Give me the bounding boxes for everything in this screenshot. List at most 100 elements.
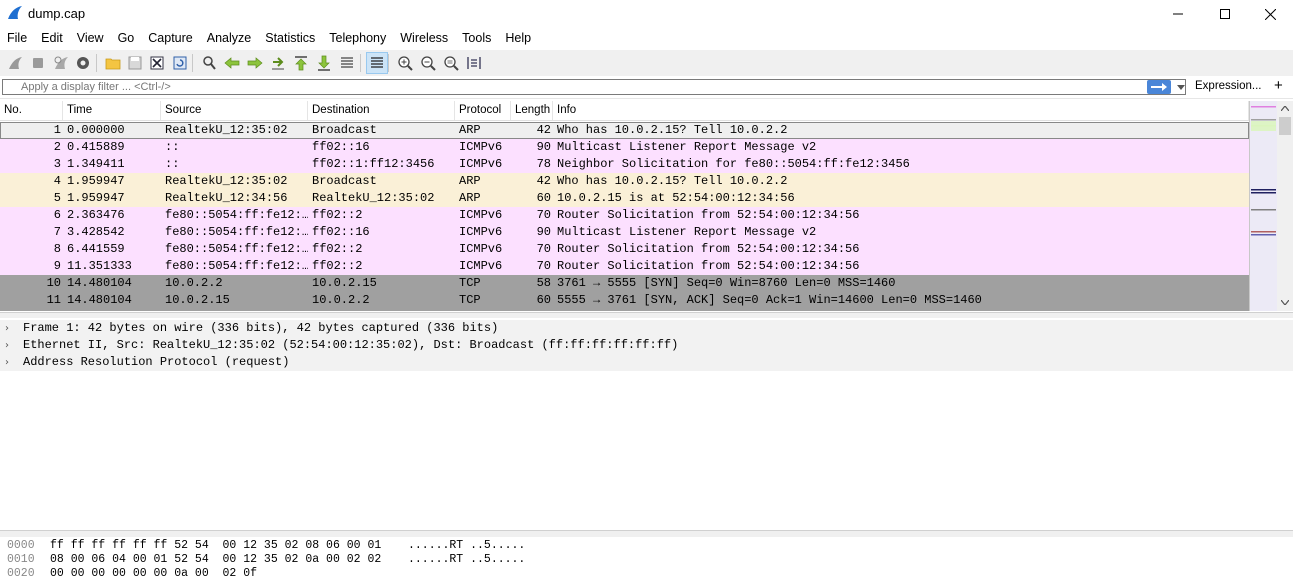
expand-arrow-icon[interactable]: › — [5, 320, 9, 337]
menu-view[interactable]: View — [70, 28, 111, 49]
minimap-mark — [1251, 119, 1276, 121]
packet-row[interactable]: 5 1.959947 RealtekU_12:34:56 RealtekU_12:35… — [0, 190, 1249, 207]
pane-splitter[interactable] — [0, 530, 1293, 537]
bytes-hex[interactable]: 08 00 06 04 00 01 52 54 00 12 35 02 0a 0… — [50, 553, 381, 567]
packet-row[interactable]: 1 0.000000 RealtekU_12:35:02 Broadcast ARP 42… — [0, 122, 1249, 139]
menu-wireless[interactable]: Wireless — [393, 28, 455, 49]
packet-cell-time: 1.959947 — [67, 174, 125, 188]
menu-tools[interactable]: Tools — [455, 28, 498, 49]
packet-list-scrollbar[interactable] — [1249, 101, 1293, 311]
bytes-offset: 0010 — [7, 553, 35, 566]
menu-capture[interactable]: Capture — [141, 28, 199, 49]
minimap-mark — [1251, 209, 1276, 211]
find-button[interactable] — [199, 53, 219, 73]
display-filter-input[interactable] — [2, 79, 1186, 95]
menu-help[interactable]: Help — [498, 28, 538, 49]
scroll-track[interactable] — [1277, 101, 1293, 311]
packet-row[interactable]: 4 1.959947 RealtekU_12:35:02 Broadcast ARP 42… — [0, 173, 1249, 190]
packet-cell-len: 60 — [536, 293, 551, 307]
go-back-button[interactable] — [222, 53, 242, 73]
menu-analyze[interactable]: Analyze — [200, 28, 258, 49]
expression-button[interactable]: Expression... — [1195, 80, 1261, 92]
packet-cell-src: 10.0.2.2 — [165, 276, 223, 290]
packet-row[interactable]: 11 14.480104 10.0.2.15 10.0.2.2 TCP 60 5555 → … — [0, 292, 1249, 309]
chevron-down-icon[interactable] — [1177, 85, 1185, 90]
packet-cell-len: 60 — [536, 191, 551, 205]
menu-bar: File Edit View Go Capture Analyze Statistics Te… — [0, 28, 1293, 49]
packet-cell-proto: ARP — [459, 174, 481, 188]
scroll-thumb[interactable] — [1279, 117, 1291, 135]
shark-fin-start-button[interactable] — [5, 53, 25, 73]
close-file-button[interactable] — [147, 53, 167, 73]
window-title: dump.cap — [28, 6, 86, 21]
column-header-no[interactable]: No. — [0, 101, 63, 120]
last-packet-icon — [318, 55, 330, 71]
go-forward-button[interactable] — [245, 53, 265, 73]
expand-arrow-icon[interactable]: › — [5, 354, 9, 371]
packet-row[interactable] — [0, 309, 1249, 311]
menu-edit[interactable]: Edit — [34, 28, 70, 49]
details-tree-item[interactable]: › Ethernet II, Src: RealtekU_12:35:02 (52… — [0, 337, 1293, 354]
packet-list: No. Time Source Destination Protocol Length In… — [0, 101, 1249, 311]
scroll-up-icon[interactable] — [1281, 106, 1289, 111]
packet-row[interactable]: 8 6.441559 fe80::5054:ff:fe12:… ff02::2 ICMP… — [0, 241, 1249, 258]
wireshark-logo-icon — [8, 6, 22, 19]
minimap-mark — [1251, 106, 1276, 108]
column-header-time[interactable]: Time — [63, 101, 161, 120]
packet-row[interactable]: 2 0.415889:: ff02::16 ICMPv6 90 Multicast Lis… — [0, 139, 1249, 156]
menu-go[interactable]: Go — [111, 28, 142, 49]
close-window-button[interactable] — [1247, 0, 1293, 28]
packet-row[interactable]: 7 3.428542 fe80::5054:ff:fe12:… ff02::16 ICM… — [0, 224, 1249, 241]
bytes-hex[interactable]: ff ff ff ff ff ff 52 54 00 12 35 02 08 0… — [50, 539, 381, 553]
packet-row[interactable]: 3 1.349411:: ff02::1:ff12:3456 ICMPv6 78 Neig… — [0, 156, 1249, 173]
options-gear-icon — [77, 57, 89, 69]
reload-button[interactable] — [170, 53, 190, 73]
packet-cell-no: 1 — [53, 123, 61, 137]
maximize-button[interactable] — [1202, 0, 1248, 28]
menu-statistics[interactable]: Statistics — [258, 28, 322, 49]
packet-cell-dst: Broadcast — [312, 123, 377, 137]
zoom-in-button[interactable] — [395, 53, 415, 73]
resize-columns-button[interactable] — [464, 53, 484, 73]
bytes-hex[interactable]: 00 00 00 00 00 00 0a 00 02 0f — [50, 567, 257, 577]
zoom-out-button[interactable] — [418, 53, 438, 73]
column-header-length[interactable]: Length — [511, 101, 553, 120]
column-header-destination[interactable]: Destination — [308, 101, 455, 120]
bytes-ascii[interactable]: ......RT ..5..... — [408, 539, 525, 553]
packet-minimap[interactable] — [1249, 101, 1277, 311]
add-filter-button[interactable]: + — [1274, 77, 1283, 94]
last-packet-button[interactable] — [314, 53, 334, 73]
stop-button[interactable] — [28, 53, 48, 73]
packet-row[interactable]: 6 2.363476 fe80::5054:ff:fe12:… ff02::2 ICMP… — [0, 207, 1249, 224]
scroll-down-icon[interactable] — [1281, 300, 1289, 305]
packet-row[interactable]: 9 11.351333 fe80::5054:ff:fe12:… ff02::2 ICM… — [0, 258, 1249, 275]
packet-details-pane: › Frame 1: 42 bytes on wire (336 bits), 4… — [0, 318, 1293, 530]
details-tree-item[interactable]: › Frame 1: 42 bytes on wire (336 bits), 4… — [0, 320, 1293, 337]
open-folder-button[interactable] — [103, 53, 123, 73]
minimize-button[interactable] — [1155, 0, 1201, 28]
bytes-ascii[interactable]: ......RT ..5..... — [408, 553, 525, 567]
packet-cell-proto: ARP — [459, 191, 481, 205]
column-header-info[interactable]: Info — [553, 101, 1249, 120]
column-header-protocol[interactable]: Protocol — [455, 101, 511, 120]
packet-cell-time: 11.351333 — [67, 259, 132, 273]
packet-cell-proto: TCP — [459, 276, 481, 290]
packet-row[interactable]: 10 14.480104 10.0.2.2 10.0.2.15 TCP 58 3761 → … — [0, 275, 1249, 292]
expand-arrow-icon[interactable]: › — [5, 337, 9, 354]
first-packet-button[interactable] — [291, 53, 311, 73]
save-file-button[interactable] — [125, 53, 145, 73]
go-to-packet-button[interactable] — [268, 53, 288, 73]
toolbar-separator — [96, 54, 97, 72]
menu-telephony[interactable]: Telephony — [322, 28, 393, 49]
column-header-source[interactable]: Source — [161, 101, 308, 120]
autoscroll-button[interactable] — [337, 53, 357, 73]
options-gear-button[interactable] — [73, 53, 93, 73]
zoom-normal-button[interactable] — [441, 53, 461, 73]
details-tree-item[interactable]: › Address Resolution Protocol (request) — [0, 354, 1293, 371]
packet-cell-dst: ff02::2 — [312, 259, 363, 273]
packet-cell-dst: ff02::16 — [312, 140, 370, 154]
restart-button[interactable] — [51, 53, 71, 73]
menu-file[interactable]: File — [0, 28, 34, 49]
colorize-button[interactable] — [366, 52, 388, 74]
apply-filter-button[interactable] — [1147, 80, 1171, 94]
